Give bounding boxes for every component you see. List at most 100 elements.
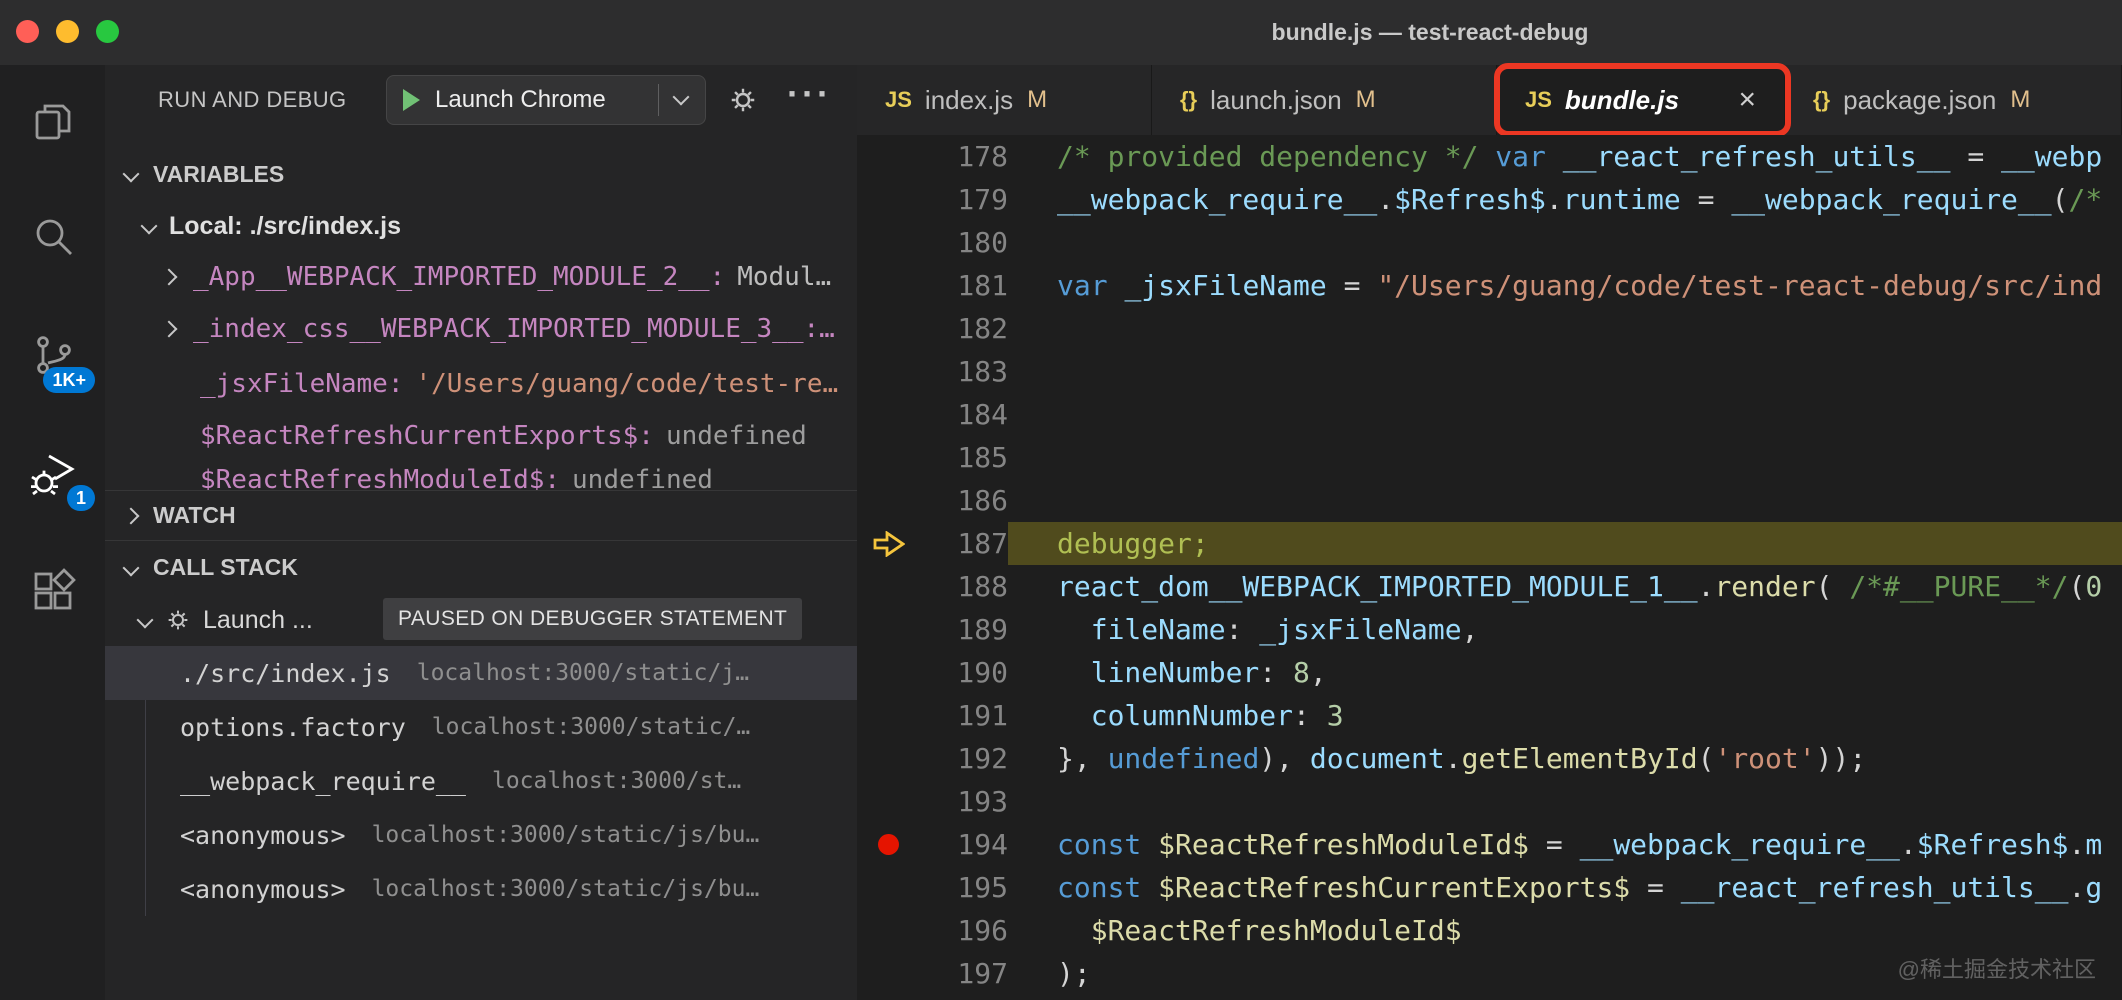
line-number[interactable]: 188	[920, 570, 1008, 603]
code-content[interactable]: fileName: _jsxFileName,	[1008, 608, 2122, 651]
titlebar: bundle.js — test-react-debug	[0, 0, 2122, 65]
tab-bundle-js[interactable]: JS bundle.js ×	[1497, 65, 1785, 135]
explorer-icon[interactable]	[29, 97, 77, 145]
stack-frame-row[interactable]: options.factory localhost:3000/static/…	[105, 700, 857, 754]
variables-section-header[interactable]: VARIABLES	[105, 152, 857, 196]
code-content[interactable]: __webpack_require__.$Refresh$.runtime = …	[1008, 178, 2122, 221]
git-modified-badge: M	[1027, 86, 1047, 114]
line-number[interactable]: 190	[920, 656, 1008, 689]
code-content[interactable]	[1008, 479, 2122, 522]
code-content[interactable]: debugger;	[1008, 522, 2122, 565]
code-line-193: 193	[857, 780, 2122, 823]
variable-row[interactable]: $ReactRefreshModuleId$: undefined	[105, 458, 857, 490]
line-number[interactable]: 194	[920, 828, 1008, 861]
variable-row[interactable]: $ReactRefreshCurrentExports$: undefined	[105, 414, 857, 458]
code-line-178: 178/* provided dependency */ var __react…	[857, 135, 2122, 178]
extensions-icon[interactable]	[29, 568, 77, 616]
code-line-194: 194const $ReactRefreshModuleId$ = __webp…	[857, 823, 2122, 866]
line-number[interactable]: 185	[920, 441, 1008, 474]
scope-row[interactable]: Local: ./src/index.js	[105, 204, 857, 248]
stack-frame-row[interactable]: <anonymous> localhost:3000/static/js/bu…	[105, 808, 857, 862]
tab-launch-json[interactable]: {} launch.json M	[1152, 65, 1497, 135]
chevron-right-icon[interactable]	[161, 321, 178, 338]
tab-index-js[interactable]: JS index.js M	[857, 65, 1152, 135]
sidebar-header: RUN AND DEBUG Launch Chrome ···	[105, 65, 857, 135]
stack-frame-row[interactable]: <anonymous> localhost:3000/static/js/bu…	[105, 862, 857, 916]
close-tab-icon[interactable]: ×	[1738, 85, 1756, 115]
tab-package-json[interactable]: {} package.json M	[1785, 65, 2122, 135]
gear-icon[interactable]	[725, 82, 761, 118]
breakpoint-gutter[interactable]	[857, 834, 920, 855]
debug-count-badge: 1	[67, 485, 95, 511]
code-content[interactable]: var _jsxFileName = "/Users/guang/code/te…	[1008, 264, 2122, 307]
chevron-down-icon[interactable]	[123, 559, 140, 576]
code-content[interactable]: const $ReactRefreshCurrentExports$ = __r…	[1008, 866, 2122, 909]
watch-header-label: WATCH	[153, 502, 236, 529]
code-content[interactable]	[1008, 221, 2122, 264]
code-line-179: 179__webpack_require__.$Refresh$.runtime…	[857, 178, 2122, 221]
code-content[interactable]: $ReactRefreshModuleId$	[1008, 909, 2122, 952]
variable-row[interactable]: _App__WEBPACK_IMPORTED_MODULE_2__: Modul…	[105, 255, 857, 299]
code-content[interactable]	[1008, 307, 2122, 350]
chevron-down-icon[interactable]	[137, 612, 154, 629]
variable-row[interactable]: _index_css__WEBPACK_IMPORTED_MODULE_3__:…	[105, 307, 857, 351]
git-modified-badge: M	[1356, 86, 1376, 114]
code-content[interactable]: react_dom__WEBPACK_IMPORTED_MODULE_1__.r…	[1008, 565, 2122, 608]
chevron-down-icon[interactable]	[123, 166, 140, 183]
line-number[interactable]: 196	[920, 914, 1008, 947]
stack-frame-row[interactable]: __webpack_require__ localhost:3000/st…	[105, 754, 857, 808]
code-lines: 178/* provided dependency */ var __react…	[857, 135, 2122, 995]
watch-section-header[interactable]: WATCH	[105, 490, 857, 540]
breakpoint-icon[interactable]	[878, 834, 899, 855]
line-number[interactable]: 182	[920, 312, 1008, 345]
line-number[interactable]: 193	[920, 785, 1008, 818]
breakpoint-gutter[interactable]	[857, 531, 920, 557]
code-editor[interactable]: 178/* provided dependency */ var __react…	[857, 135, 2122, 1000]
close-window-button[interactable]	[16, 20, 39, 43]
code-content[interactable]: lineNumber: 8,	[1008, 651, 2122, 694]
js-file-icon: JS	[885, 87, 912, 113]
chevron-right-icon[interactable]	[161, 269, 178, 286]
line-number[interactable]: 195	[920, 871, 1008, 904]
line-number[interactable]: 192	[920, 742, 1008, 775]
line-number[interactable]: 180	[920, 226, 1008, 259]
line-number[interactable]: 184	[920, 398, 1008, 431]
line-number[interactable]: 183	[920, 355, 1008, 388]
run-and-debug-sidebar: RUN AND DEBUG Launch Chrome ··· VARIABLE…	[105, 65, 857, 1000]
line-number[interactable]: 178	[920, 140, 1008, 173]
line-number[interactable]: 181	[920, 269, 1008, 302]
code-line-181: 181var _jsxFileName = "/Users/guang/code…	[857, 264, 2122, 307]
line-number[interactable]: 191	[920, 699, 1008, 732]
code-content[interactable]	[1008, 436, 2122, 479]
code-content[interactable]: }, undefined), document.getElementById('…	[1008, 737, 2122, 780]
line-number[interactable]: 189	[920, 613, 1008, 646]
more-actions-icon[interactable]: ···	[787, 73, 832, 115]
variable-row[interactable]: _jsxFileName: '/Users/guang/code/test-re…	[105, 362, 857, 406]
call-stack-section-header[interactable]: CALL STACK	[105, 540, 857, 594]
session-label: Launch ...	[203, 606, 313, 635]
stack-frame-row[interactable]: ./src/index.js localhost:3000/static/j…	[105, 646, 857, 700]
code-content[interactable]	[1008, 350, 2122, 393]
chevron-down-icon[interactable]	[673, 89, 690, 106]
chevron-down-icon[interactable]	[141, 218, 158, 235]
start-debug-icon[interactable]	[403, 89, 420, 111]
run-and-debug-icon[interactable]: 1	[29, 449, 77, 497]
code-content[interactable]	[1008, 780, 2122, 823]
search-icon[interactable]	[29, 212, 77, 260]
line-number[interactable]: 186	[920, 484, 1008, 517]
code-content[interactable]	[1008, 393, 2122, 436]
minimize-window-button[interactable]	[56, 20, 79, 43]
source-control-icon[interactable]: 1K+	[29, 331, 77, 379]
maximize-window-button[interactable]	[96, 20, 119, 43]
code-content[interactable]: const $ReactRefreshModuleId$ = __webpack…	[1008, 823, 2122, 866]
debug-session-row[interactable]: Launch ... PAUSED ON DEBUGGER STATEMENT	[105, 594, 857, 646]
line-number[interactable]: 187	[920, 527, 1008, 560]
chevron-right-icon[interactable]	[123, 507, 140, 524]
line-number[interactable]: 179	[920, 183, 1008, 216]
json-file-icon: {}	[1813, 87, 1830, 113]
line-number[interactable]: 197	[920, 957, 1008, 990]
launch-config-dropdown[interactable]: Launch Chrome	[386, 75, 706, 125]
code-content[interactable]: /* provided dependency */ var __react_re…	[1008, 135, 2122, 178]
tab-label: index.js	[925, 85, 1013, 116]
code-content[interactable]: columnNumber: 3	[1008, 694, 2122, 737]
